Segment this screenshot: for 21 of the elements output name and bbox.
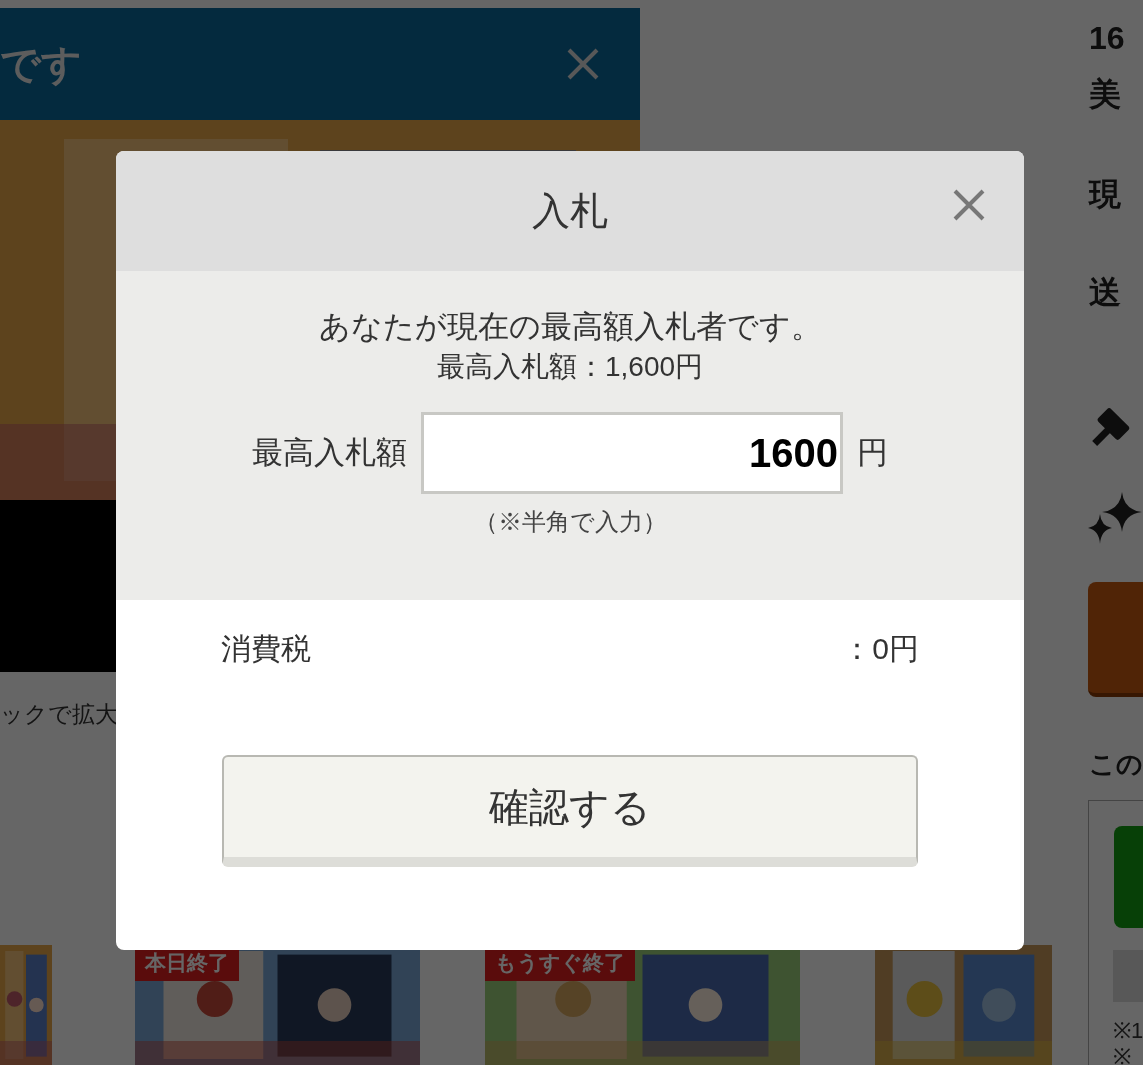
side-text: 美 [1089, 75, 1121, 114]
dialog-title: 入札 [532, 188, 608, 234]
bid-amount-field[interactable]: 1600 [421, 412, 843, 494]
banner-text: です [0, 41, 82, 88]
bid-label: 最高入札額 [252, 433, 407, 472]
section-heading: この [1089, 748, 1143, 781]
side-text: 送 [1089, 273, 1121, 312]
input-hint: （※半角で入力） [473, 507, 667, 537]
tax-value: ：0円 [842, 631, 919, 667]
side-text: 現 [1089, 175, 1121, 214]
close-icon[interactable] [952, 188, 986, 222]
side-text: 16 [1089, 19, 1125, 58]
bid-button[interactable] [1088, 582, 1143, 697]
note-text: ※ [1113, 1043, 1131, 1065]
currency-unit: 円 [857, 433, 888, 472]
confirm-button[interactable]: 確認する [222, 755, 918, 867]
tax-label: 消費税 [221, 631, 311, 667]
note-text: ※1 [1113, 1017, 1143, 1045]
image-caption: ックで拡大 [0, 700, 118, 729]
status-message: あなたが現在の最高額入札者です。 [318, 308, 822, 346]
current-bid-text: 最高入札額：1,600円 [436, 350, 704, 384]
